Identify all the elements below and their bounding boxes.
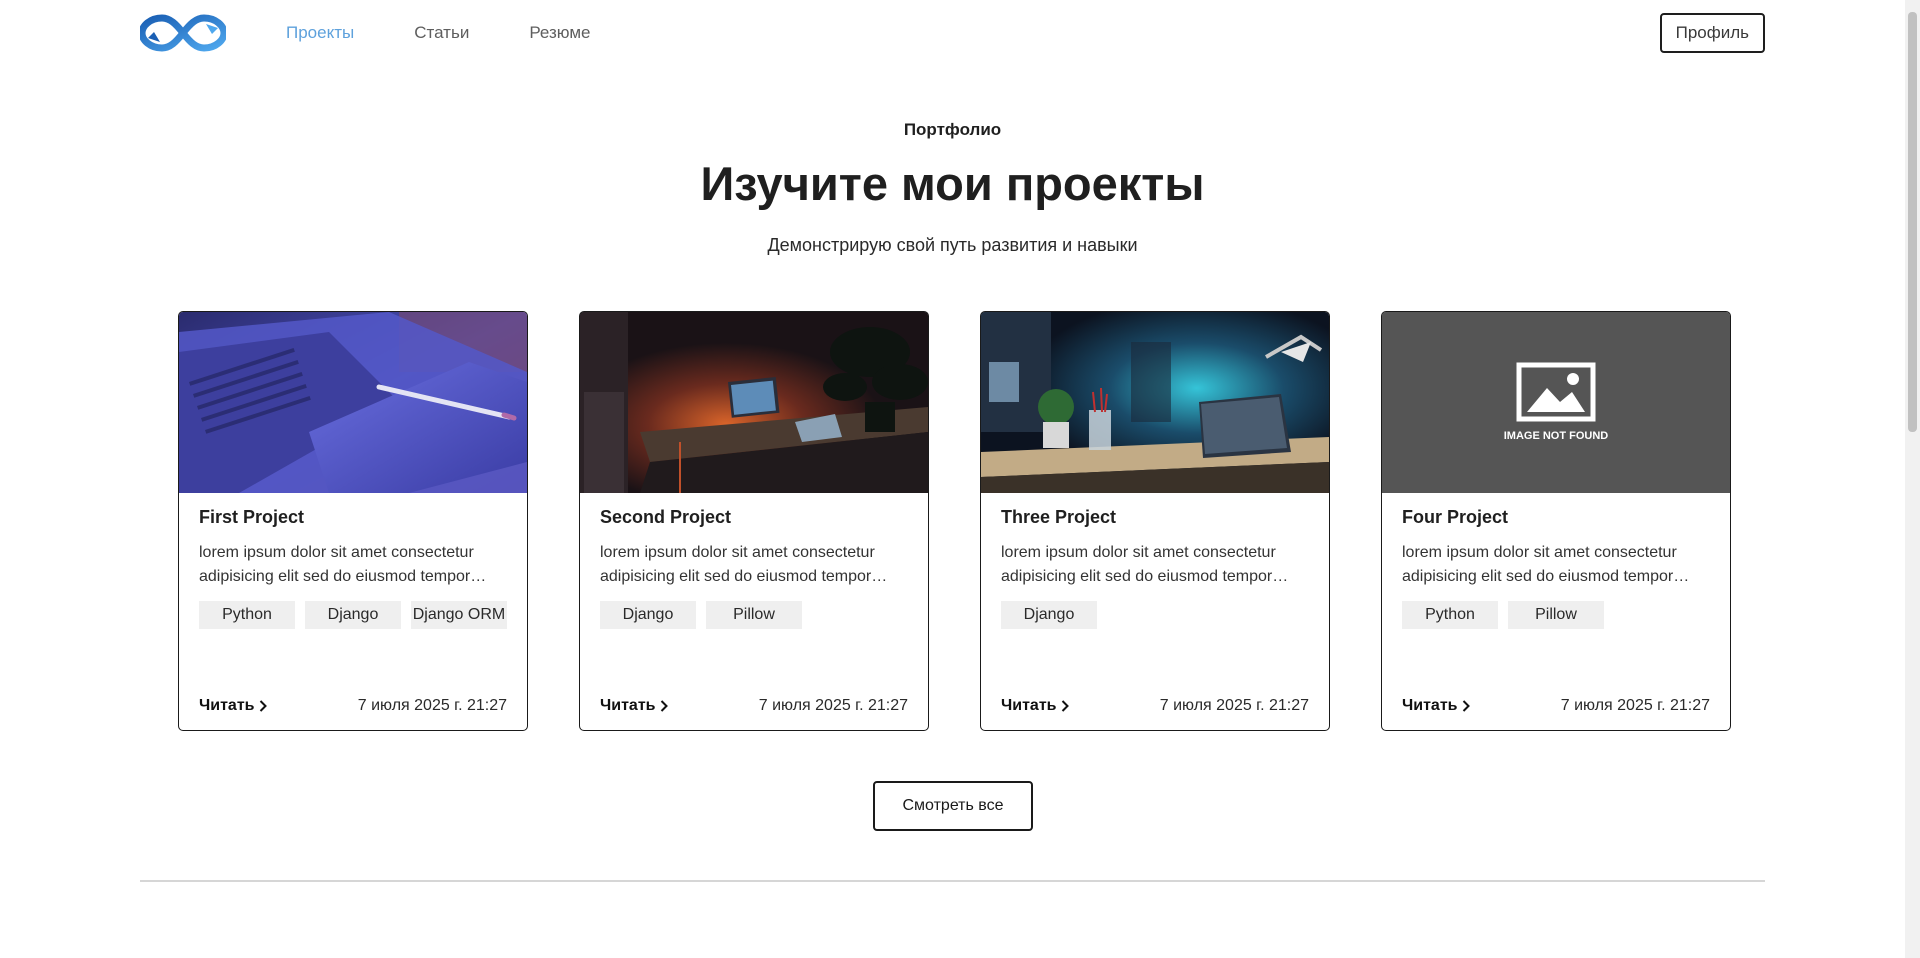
card-date: 7 июля 2025 г. 21:27 [758,697,908,714]
chevron-right-icon [260,700,268,712]
read-link[interactable]: Читать [199,697,268,715]
card-title: Second Project [600,507,732,527]
logo-icon[interactable] [140,12,226,54]
site-header: Проекты Статьи Резюме Профиль [140,0,1765,66]
read-link-label: Читать [199,697,255,714]
project-image-desk-lamp [981,312,1329,493]
chevron-right-icon [1463,700,1471,712]
section-divider [140,880,1765,882]
project-card[interactable]: First Project lorem ipsum dolor sit amet… [178,311,528,731]
card-title: Four Project [1402,507,1509,527]
card-tags: Python Pillow [1402,601,1710,629]
profile-button[interactable]: Профиль [1659,13,1765,53]
chevron-right-icon [661,700,669,712]
nav-articles[interactable]: Статьи [414,23,469,43]
page-subtitle: Демонстрирую свой путь развития и навыки [767,235,1138,255]
tag[interactable]: Pillow [706,601,802,629]
nav-resume[interactable]: Резюме [529,23,590,43]
tag[interactable]: Python [199,601,295,629]
project-card[interactable]: Three Project lorem ipsum dolor sit amet… [980,311,1330,731]
card-tags: Django [1001,601,1309,629]
card-description: lorem ipsum dolor sit amet consectetur a… [199,544,474,585]
card-description: lorem ipsum dolor sit amet consectetur a… [600,544,875,585]
read-link[interactable]: Читать [600,697,669,715]
card-description: lorem ipsum dolor sit amet consectetur a… [1001,544,1276,585]
image-not-found-placeholder: IMAGE NOT FOUND [1382,312,1730,493]
tag[interactable]: Django [1001,601,1097,629]
card-description: lorem ipsum dolor sit amet consectetur a… [1402,544,1677,585]
card-footer: Читать 7 июля 2025 г. 21:27 [1402,694,1710,718]
section-eyebrow: Портфолио [903,120,1002,139]
project-card[interactable]: Second Project lorem ipsum dolor sit ame… [579,311,929,731]
view-all-button[interactable]: Смотреть все [873,781,1033,831]
card-date: 7 июля 2025 г. 21:27 [1159,697,1309,714]
project-image-dark-desk [580,312,928,493]
tag[interactable]: Django [600,601,696,629]
card-title: First Project [199,507,305,527]
page-scrollbar[interactable] [1905,0,1920,958]
read-link-label: Читать [1402,697,1458,714]
tag[interactable]: Django ORM [411,601,507,629]
image-not-found-text: IMAGE NOT FOUND [1504,430,1609,442]
tag[interactable]: Python [1402,601,1498,629]
nav-projects[interactable]: Проекты [286,23,354,43]
card-footer: Читать 7 июля 2025 г. 21:27 [1001,694,1309,718]
read-link[interactable]: Читать [1402,697,1471,715]
card-date: 7 июля 2025 г. 21:27 [1560,697,1710,714]
card-date: 7 июля 2025 г. 21:27 [357,697,507,714]
main-nav: Проекты Статьи Резюме [286,23,590,43]
page: Проекты Статьи Резюме Профиль Портфолио … [0,0,1920,958]
page-title: Изучите мои проекты [700,157,1205,210]
tag[interactable]: Django [305,601,401,629]
card-footer: Читать 7 июля 2025 г. 21:27 [199,694,507,718]
chevron-right-icon [1062,700,1070,712]
scrollbar-thumb[interactable] [1908,12,1917,432]
card-tags: Python Django Django ORM [199,601,507,629]
project-image-laptop-tablet [179,312,527,493]
read-link-label: Читать [600,697,656,714]
project-card[interactable]: IMAGE NOT FOUND Four Project lorem ipsum… [1381,311,1731,731]
card-tags: Django Pillow [600,601,908,629]
project-cards: First Project lorem ipsum dolor sit amet… [178,311,1731,731]
card-title: Three Project [1001,507,1117,527]
read-link[interactable]: Читать [1001,697,1070,715]
tag[interactable]: Pillow [1508,601,1604,629]
card-footer: Читать 7 июля 2025 г. 21:27 [600,694,908,718]
read-link-label: Читать [1001,697,1057,714]
